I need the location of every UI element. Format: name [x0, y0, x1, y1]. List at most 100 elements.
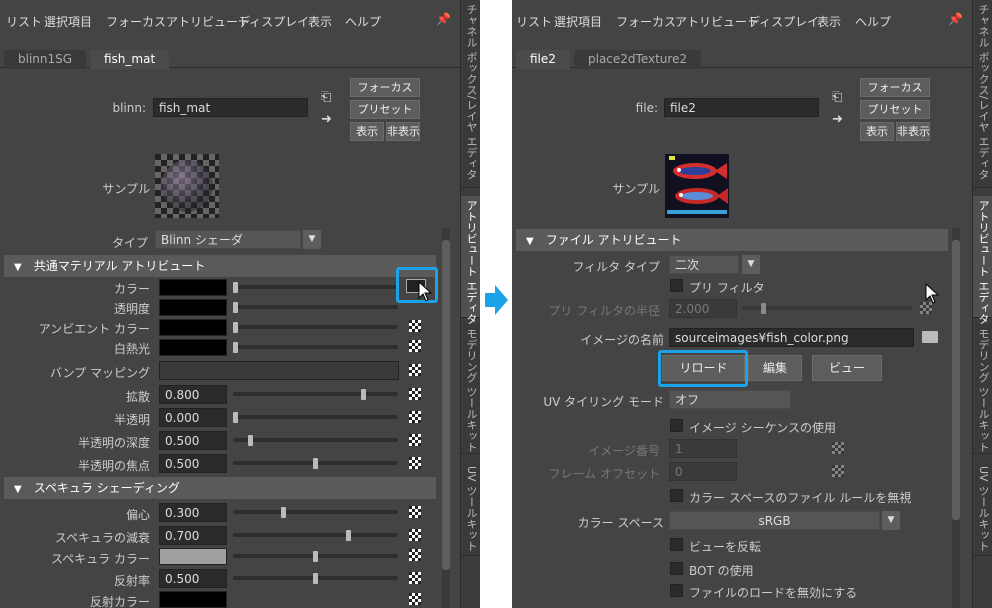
translucence-slider[interactable]: [233, 415, 398, 419]
translucence-focus-field[interactable]: 0.500: [159, 454, 227, 473]
slider-handle[interactable]: [233, 412, 238, 423]
tab-blinn1sg[interactable]: blinn1SG: [4, 50, 87, 69]
node-name-field[interactable]: fish_mat: [153, 98, 308, 117]
ambient-color-slider[interactable]: [233, 325, 398, 329]
pre-filter-checkbox[interactable]: [670, 279, 683, 292]
type-dropdown[interactable]: Blinn シェーダ: [155, 230, 301, 249]
slider-handle[interactable]: [346, 530, 351, 541]
specular-color-swatch[interactable]: [159, 548, 227, 565]
map-button-icon[interactable]: [409, 434, 421, 446]
show-button[interactable]: 表示: [350, 122, 384, 141]
use-bot-checkbox[interactable]: [670, 562, 683, 575]
map-button-icon[interactable]: [832, 442, 844, 454]
chevron-down-icon[interactable]: ▼: [882, 511, 900, 530]
show-button[interactable]: 表示: [860, 122, 894, 141]
invert-view-checkbox[interactable]: [670, 538, 683, 551]
reflected-color-swatch[interactable]: [159, 591, 227, 608]
presets-button[interactable]: プリセット: [350, 100, 420, 119]
input-connection-icon[interactable]: ⎗: [832, 90, 842, 105]
section-file-attributes[interactable]: ▼ ファイル アトリビュート: [516, 229, 948, 251]
specular-rolloff-field[interactable]: 0.700: [159, 526, 227, 545]
slider-handle[interactable]: [361, 389, 366, 400]
use-sequence-checkbox[interactable]: [670, 419, 683, 432]
presets-button[interactable]: プリセット: [860, 100, 930, 119]
hide-button[interactable]: 非表示: [896, 122, 930, 141]
menu-list[interactable]: リスト: [516, 13, 552, 30]
tab-uv-toolkit[interactable]: UV ツールキット: [973, 462, 992, 556]
color-space-dropdown[interactable]: sRGB: [669, 511, 880, 530]
scrollbar-thumb[interactable]: [442, 240, 450, 570]
section-specular-shading[interactable]: ▼ スペキュラ シェーディング: [4, 477, 436, 499]
menu-focus[interactable]: フォーカス: [106, 13, 166, 30]
focus-button[interactable]: フォーカス: [860, 78, 930, 97]
specular-rolloff-slider[interactable]: [233, 533, 398, 537]
eccentricity-slider[interactable]: [233, 510, 398, 514]
slider-handle[interactable]: [248, 435, 253, 446]
map-button-icon[interactable]: [409, 364, 421, 376]
pre-filter-radius-field[interactable]: 2.000: [669, 299, 737, 318]
ignore-color-space-checkbox[interactable]: [670, 489, 683, 502]
hide-button[interactable]: 非表示: [386, 122, 420, 141]
tab-channel-box[interactable]: チャネル ボックス/レイヤ エディタ: [973, 0, 992, 188]
translucence-depth-field[interactable]: 0.500: [159, 431, 227, 450]
map-button-icon[interactable]: [409, 549, 421, 561]
transparency-slider[interactable]: [233, 305, 398, 309]
incandescence-swatch[interactable]: [159, 339, 227, 356]
tab-modeling-toolkit[interactable]: モデリング ツールキット: [973, 324, 992, 454]
slider-handle[interactable]: [233, 342, 238, 353]
map-button-icon[interactable]: [409, 529, 421, 541]
map-button-icon[interactable]: [832, 465, 844, 477]
slider-handle[interactable]: [313, 458, 318, 469]
menu-display[interactable]: ディスプレイ: [238, 13, 309, 30]
transparency-swatch[interactable]: [159, 299, 227, 316]
translucence-field[interactable]: 0.000: [159, 408, 227, 427]
menu-show[interactable]: 表示: [817, 13, 841, 30]
output-connection-icon[interactable]: ➜: [321, 112, 332, 127]
map-button-icon[interactable]: [409, 457, 421, 469]
uv-tiling-dropdown[interactable]: オフ: [669, 390, 791, 409]
menu-list[interactable]: リスト: [6, 13, 42, 30]
edit-button[interactable]: 編集: [748, 355, 802, 381]
tab-fish-mat[interactable]: fish_mat: [90, 50, 170, 69]
pre-filter-radius-slider[interactable]: [742, 306, 912, 310]
map-button-icon[interactable]: [409, 320, 421, 332]
menu-display[interactable]: ディスプレイ: [748, 13, 819, 30]
ambient-color-swatch[interactable]: [159, 319, 227, 336]
folder-icon[interactable]: [922, 331, 938, 343]
map-button-icon[interactable]: [409, 506, 421, 518]
frame-offset-field[interactable]: 0: [669, 462, 737, 481]
slider-handle[interactable]: [281, 507, 286, 518]
focus-button[interactable]: フォーカス: [350, 78, 420, 97]
slider-handle[interactable]: [233, 302, 238, 313]
filter-type-dropdown[interactable]: 二次: [669, 255, 739, 274]
pin-icon[interactable]: 📌: [948, 12, 963, 26]
menu-selection[interactable]: 選択項目: [44, 13, 92, 30]
output-connection-icon[interactable]: ➜: [832, 112, 843, 127]
diffuse-slider[interactable]: [233, 392, 398, 396]
menu-help[interactable]: ヘルプ: [345, 13, 381, 30]
disable-file-load-checkbox[interactable]: [670, 584, 683, 597]
menu-attributes[interactable]: アトリビュート: [675, 13, 759, 30]
node-name-field[interactable]: file2: [664, 98, 819, 117]
tab-attribute-editor[interactable]: アトリビュート エディタ: [973, 196, 992, 325]
input-connection-icon[interactable]: ⎗: [321, 90, 331, 105]
map-button-icon[interactable]: [409, 593, 421, 605]
section-common-material[interactable]: ▼ 共通マテリアル アトリビュート: [4, 255, 436, 277]
eccentricity-field[interactable]: 0.300: [159, 503, 227, 522]
tab-attribute-editor[interactable]: アトリビュート エディタ: [461, 196, 480, 325]
scrollbar-thumb[interactable]: [952, 240, 960, 520]
color-slider[interactable]: [233, 285, 398, 289]
bump-mapping-field[interactable]: [159, 361, 399, 380]
image-number-field[interactable]: 1: [669, 439, 737, 458]
reflectivity-field[interactable]: 0.500: [159, 569, 227, 588]
diffuse-field[interactable]: 0.800: [159, 385, 227, 404]
view-button[interactable]: ビュー: [812, 355, 882, 381]
menu-focus[interactable]: フォーカス: [616, 13, 676, 30]
image-name-field[interactable]: sourceimages¥fish_color.png: [669, 328, 914, 347]
map-button-icon[interactable]: [409, 388, 421, 400]
map-button-icon[interactable]: [409, 411, 421, 423]
menu-help[interactable]: ヘルプ: [855, 13, 891, 30]
color-swatch[interactable]: [159, 279, 227, 296]
slider-handle[interactable]: [313, 551, 318, 562]
map-button-icon[interactable]: [409, 572, 421, 584]
